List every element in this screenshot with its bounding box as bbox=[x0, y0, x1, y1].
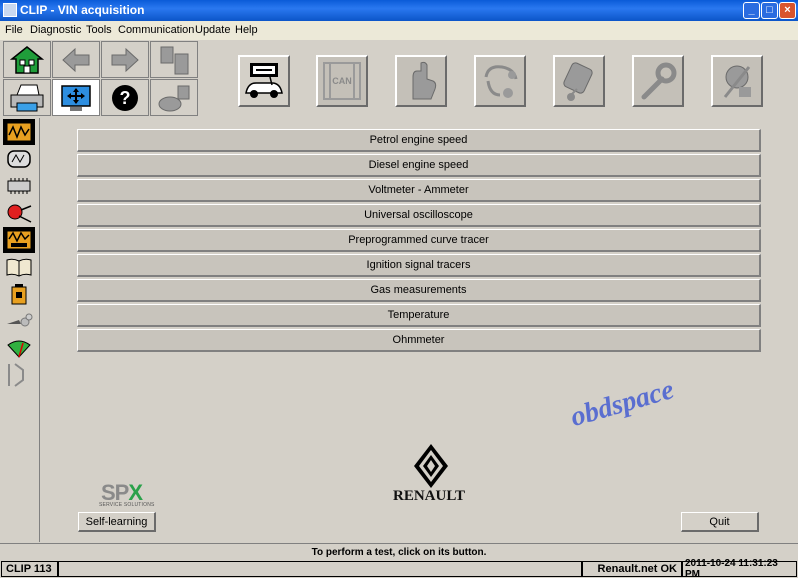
renault-diamond-logo bbox=[414, 444, 448, 488]
status-bar: CLIP 113 Renault.net OK 2011-10-24 11:31… bbox=[0, 558, 798, 578]
svg-text:?: ? bbox=[120, 88, 131, 108]
can-bus-icon[interactable]: CAN bbox=[316, 55, 368, 107]
vehicle-diagnostic-icon[interactable] bbox=[238, 55, 290, 107]
oscilloscope-obd-icon[interactable] bbox=[3, 227, 35, 253]
test-button-ignition-signal-tracers[interactable]: Ignition signal tracers bbox=[77, 254, 761, 277]
multimeter-icon[interactable] bbox=[3, 146, 35, 172]
test-button-preprogrammed-curve-tracer[interactable]: Preprogrammed curve tracer bbox=[77, 229, 761, 252]
ecu-chip-icon[interactable] bbox=[3, 173, 35, 199]
stethoscope-icon[interactable] bbox=[474, 55, 526, 107]
back-arrow-icon[interactable] bbox=[52, 41, 100, 78]
exhaust-gas-icon[interactable] bbox=[3, 308, 35, 334]
watermark-text: obdspace bbox=[567, 374, 678, 434]
gauge-icon[interactable] bbox=[3, 335, 35, 361]
car-parts-icon[interactable] bbox=[150, 79, 198, 116]
status-datetime: 2011-10-24 11:31:23 PM bbox=[682, 558, 797, 578]
test-button-ohmmeter[interactable]: Ohmmeter bbox=[77, 329, 761, 352]
test-button-diesel-engine-speed[interactable]: Diesel engine speed bbox=[77, 154, 761, 177]
app-window: CLIP - VIN acquisition _ □ × File Diagno… bbox=[0, 0, 798, 578]
test-button-temperature[interactable]: Temperature bbox=[77, 304, 761, 327]
manual-test-icon[interactable] bbox=[395, 55, 447, 107]
main-panel: Petrol engine speed Diesel engine speed … bbox=[41, 118, 798, 542]
forward-arrow-icon[interactable] bbox=[101, 41, 149, 78]
status-empty-panel bbox=[58, 561, 582, 577]
document-icon[interactable] bbox=[150, 41, 198, 78]
renault-wordmark: RENAULT bbox=[393, 488, 465, 504]
menu-tools[interactable]: Tools bbox=[86, 24, 112, 36]
sidebar bbox=[0, 118, 40, 542]
toolbar: ? CAN bbox=[0, 40, 798, 118]
book-icon[interactable] bbox=[3, 254, 35, 280]
status-message: To perform a test, click on its button. bbox=[0, 543, 798, 560]
maximize-button[interactable]: □ bbox=[761, 2, 778, 19]
spx-logo: SPX SERVICE SOLUTIONS bbox=[99, 480, 169, 508]
printer-icon[interactable] bbox=[3, 79, 51, 116]
status-clip-version: CLIP 113 bbox=[1, 561, 58, 577]
menu-update[interactable]: Update bbox=[195, 24, 230, 36]
nav-grid: ? bbox=[3, 41, 199, 117]
menu-help[interactable]: Help bbox=[235, 24, 258, 36]
menu-communication[interactable]: Communication bbox=[118, 24, 194, 36]
minimize-button[interactable]: _ bbox=[743, 2, 760, 19]
battery-icon[interactable] bbox=[3, 281, 35, 307]
spx-logo-subtitle: SERVICE SOLUTIONS bbox=[99, 502, 155, 508]
test-button-gas-measurements[interactable]: Gas measurements bbox=[77, 279, 761, 302]
self-learning-button[interactable]: Self-learning bbox=[78, 512, 156, 532]
menu-file[interactable]: File bbox=[5, 24, 23, 36]
quit-button[interactable]: Quit bbox=[681, 512, 759, 532]
diagnostic-probe-icon[interactable] bbox=[553, 55, 605, 107]
screen-expand-icon[interactable] bbox=[52, 79, 100, 116]
connector-icon[interactable] bbox=[3, 362, 35, 388]
test-button-petrol-engine-speed[interactable]: Petrol engine speed bbox=[77, 129, 761, 152]
menu-diagnostic[interactable]: Diagnostic bbox=[30, 24, 81, 36]
test-button-voltmeter-ammeter[interactable]: Voltmeter - Ammeter bbox=[77, 179, 761, 202]
app-icon bbox=[3, 3, 17, 17]
window-title: CLIP - VIN acquisition bbox=[20, 3, 145, 17]
injector-icon[interactable] bbox=[3, 200, 35, 226]
help-icon[interactable]: ? bbox=[101, 79, 149, 116]
wrench-icon[interactable] bbox=[632, 55, 684, 107]
title-bar: CLIP - VIN acquisition _ □ × bbox=[0, 0, 798, 21]
home-icon[interactable] bbox=[3, 41, 51, 78]
menu-bar: File Diagnostic Tools Communication Upda… bbox=[0, 21, 798, 40]
parts-icon[interactable] bbox=[711, 55, 763, 107]
test-button-universal-oscilloscope[interactable]: Universal oscilloscope bbox=[77, 204, 761, 227]
svg-text:CAN: CAN bbox=[332, 76, 352, 86]
oscilloscope-icon[interactable] bbox=[3, 119, 35, 145]
close-button[interactable]: × bbox=[779, 2, 796, 19]
status-network: Renault.net OK bbox=[582, 561, 682, 577]
